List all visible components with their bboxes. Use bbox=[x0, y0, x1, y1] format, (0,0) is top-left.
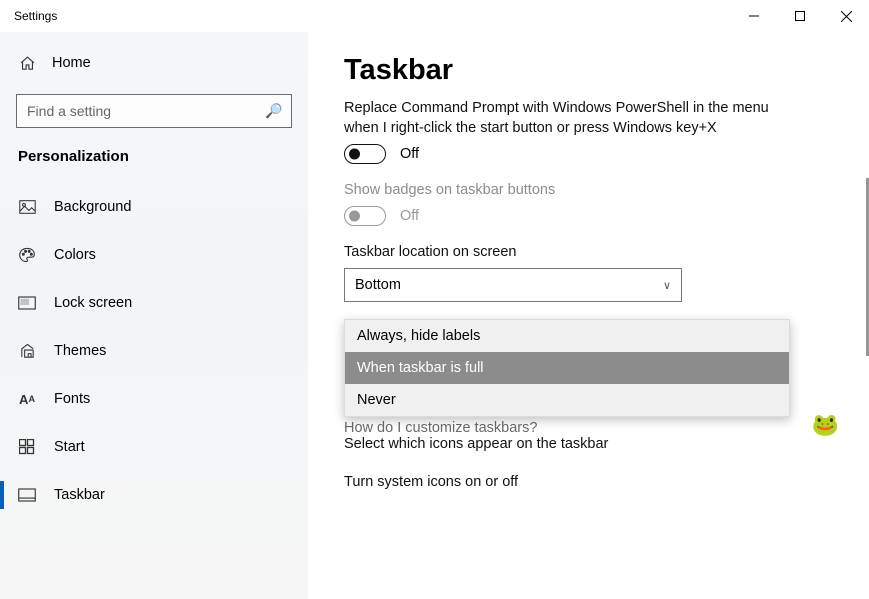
maximize-button[interactable] bbox=[777, 0, 823, 32]
sidebar-item-start[interactable]: Start bbox=[0, 423, 308, 471]
home-link[interactable]: Home bbox=[0, 42, 308, 84]
location-setting-label: Taskbar location on screen bbox=[344, 244, 843, 260]
chevron-down-icon: ∨ bbox=[663, 279, 671, 292]
palette-icon bbox=[18, 246, 36, 264]
dropdown-option-always[interactable]: Always, hide labels bbox=[345, 320, 789, 352]
toggle-knob bbox=[349, 211, 360, 222]
powershell-toggle[interactable] bbox=[344, 144, 386, 164]
powershell-setting-description: Replace Command Prompt with Windows Powe… bbox=[344, 99, 774, 138]
toggle-knob bbox=[349, 149, 360, 160]
sidebar-item-label: Taskbar bbox=[54, 487, 105, 503]
maximize-icon bbox=[795, 11, 805, 21]
sidebar-item-label: Start bbox=[54, 439, 85, 455]
dropdown-option-never[interactable]: Never bbox=[345, 384, 789, 416]
window-controls bbox=[731, 0, 869, 32]
badges-setting-label: Show badges on taskbar buttons bbox=[344, 182, 843, 198]
search-icon: 🔍 bbox=[265, 103, 282, 120]
sidebar-item-label: Colors bbox=[54, 247, 96, 263]
powershell-toggle-state: Off bbox=[400, 146, 419, 162]
close-button[interactable] bbox=[823, 0, 869, 32]
toggle-row-powershell: Off bbox=[344, 144, 843, 164]
desktop-mascot: 🐸 bbox=[812, 412, 839, 438]
sidebar-item-label: Fonts bbox=[54, 391, 90, 407]
home-icon bbox=[18, 54, 36, 72]
sidebar-item-colors[interactable]: Colors bbox=[0, 231, 308, 279]
settings-window: Settings Home 🔍 bbox=[0, 0, 869, 599]
badges-toggle bbox=[344, 206, 386, 226]
sidebar-item-label: Themes bbox=[54, 343, 106, 359]
page-title: Taskbar bbox=[344, 54, 843, 87]
themes-icon bbox=[18, 342, 36, 360]
taskbar-icon bbox=[18, 486, 36, 504]
taskbar-location-select[interactable]: Bottom ∨ bbox=[344, 268, 682, 302]
toggle-row-badges: Off bbox=[344, 206, 843, 226]
minimize-button[interactable] bbox=[731, 0, 777, 32]
system-icons-link[interactable]: Turn system icons on or off bbox=[344, 474, 843, 490]
close-icon bbox=[841, 11, 852, 22]
dropdown-option-when-full[interactable]: When taskbar is full bbox=[345, 352, 789, 384]
window-title: Settings bbox=[14, 9, 57, 23]
sidebar-item-label: Lock screen bbox=[54, 295, 132, 311]
sidebar-item-background[interactable]: Background bbox=[0, 183, 308, 231]
search-wrap: 🔍 bbox=[16, 94, 292, 128]
combine-buttons-dropdown: Always, hide labels When taskbar is full… bbox=[344, 319, 790, 417]
sidebar-item-label: Background bbox=[54, 199, 131, 215]
home-label: Home bbox=[52, 55, 91, 71]
picture-icon bbox=[18, 198, 36, 216]
customize-taskbar-link[interactable]: How do I customize taskbars? bbox=[344, 420, 537, 436]
main-content: Taskbar Replace Command Prompt with Wind… bbox=[308, 32, 869, 599]
section-header: Personalization bbox=[0, 146, 308, 183]
lockscreen-icon bbox=[18, 294, 36, 312]
start-icon bbox=[18, 438, 36, 456]
select-icons-link[interactable]: Select which icons appear on the taskbar bbox=[344, 436, 843, 452]
body: Home 🔍 Personalization Background Colors bbox=[0, 32, 869, 599]
sidebar-item-taskbar[interactable]: Taskbar bbox=[0, 471, 308, 519]
sidebar-item-fonts[interactable]: AA Fonts bbox=[0, 375, 308, 423]
search-input[interactable] bbox=[16, 94, 292, 128]
sidebar: Home 🔍 Personalization Background Colors bbox=[0, 32, 308, 599]
select-value: Bottom bbox=[355, 277, 401, 293]
titlebar: Settings bbox=[0, 0, 869, 32]
minimize-icon bbox=[749, 11, 759, 21]
badges-toggle-state: Off bbox=[400, 208, 419, 224]
sidebar-item-lockscreen[interactable]: Lock screen bbox=[0, 279, 308, 327]
fonts-icon: AA bbox=[18, 390, 36, 408]
sidebar-item-themes[interactable]: Themes bbox=[0, 327, 308, 375]
